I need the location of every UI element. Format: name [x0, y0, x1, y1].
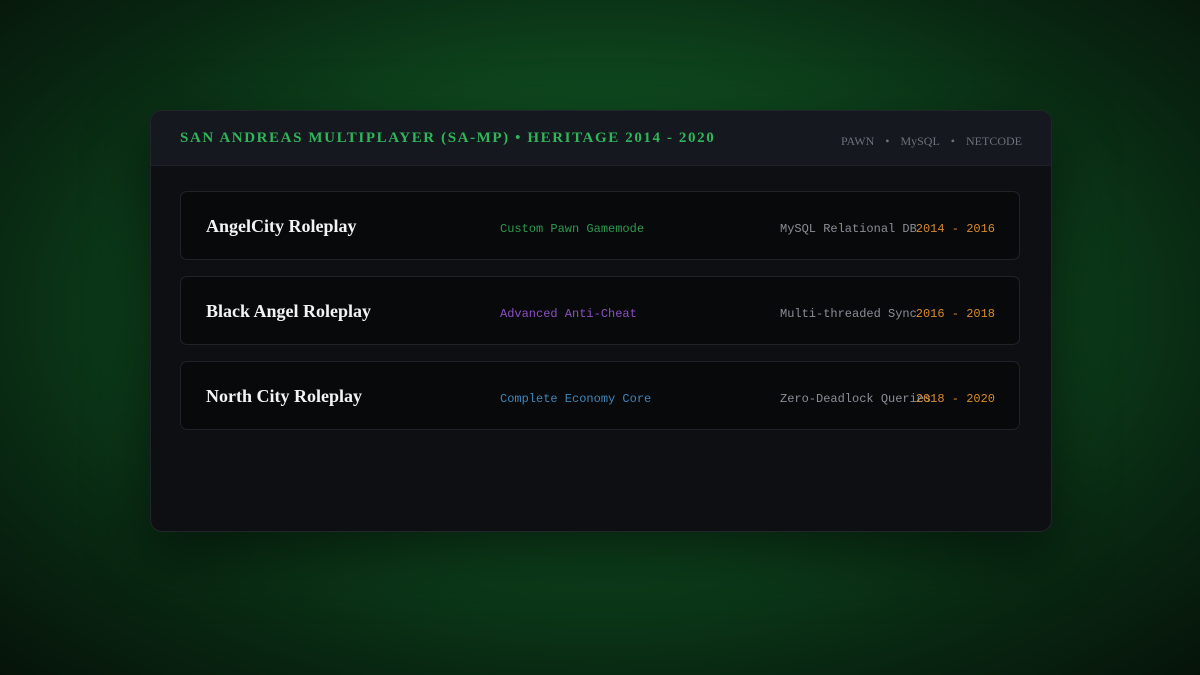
server-row-angelcity: AngelCity Roleplay Custom Pawn Gamemode …	[180, 191, 1020, 260]
server-detail: MySQL Relational DB	[780, 222, 917, 236]
tech-tag-mysql: MySQL	[900, 134, 940, 148]
server-feature: Advanced Anti-Cheat	[500, 307, 637, 321]
server-row-black-angel: Black Angel Roleplay Advanced Anti-Cheat…	[180, 276, 1020, 345]
heritage-panel: SAN ANDREAS MULTIPLAYER (SA-MP) • HERITA…	[150, 110, 1052, 532]
tag-separator: •	[950, 134, 955, 148]
server-feature: Custom Pawn Gamemode	[500, 222, 645, 236]
server-years: 2014 - 2016	[915, 222, 995, 236]
server-name: AngelCity Roleplay	[206, 216, 357, 236]
server-name: North City Roleplay	[206, 386, 362, 406]
server-detail: Multi-threaded Sync	[780, 307, 917, 321]
server-feature: Complete Economy Core	[500, 392, 652, 406]
tag-separator: •	[885, 134, 890, 148]
server-row-north-city: North City Roleplay Complete Economy Cor…	[180, 361, 1020, 430]
server-years: 2016 - 2018	[915, 307, 995, 321]
tech-tag-pawn: PAWN	[840, 134, 875, 148]
server-detail: Zero-Deadlock Queries	[780, 392, 932, 406]
tech-tags: PAWN • MySQL • NETCODE	[841, 134, 1022, 149]
panel-title: SAN ANDREAS MULTIPLAYER (SA-MP) • HERITA…	[180, 130, 716, 146]
server-years: 2018 - 2020	[915, 392, 995, 406]
tech-tag-netcode: NETCODE	[966, 134, 1022, 148]
server-name: Black Angel Roleplay	[206, 301, 372, 321]
panel-header: SAN ANDREAS MULTIPLAYER (SA-MP) • HERITA…	[151, 111, 1051, 166]
